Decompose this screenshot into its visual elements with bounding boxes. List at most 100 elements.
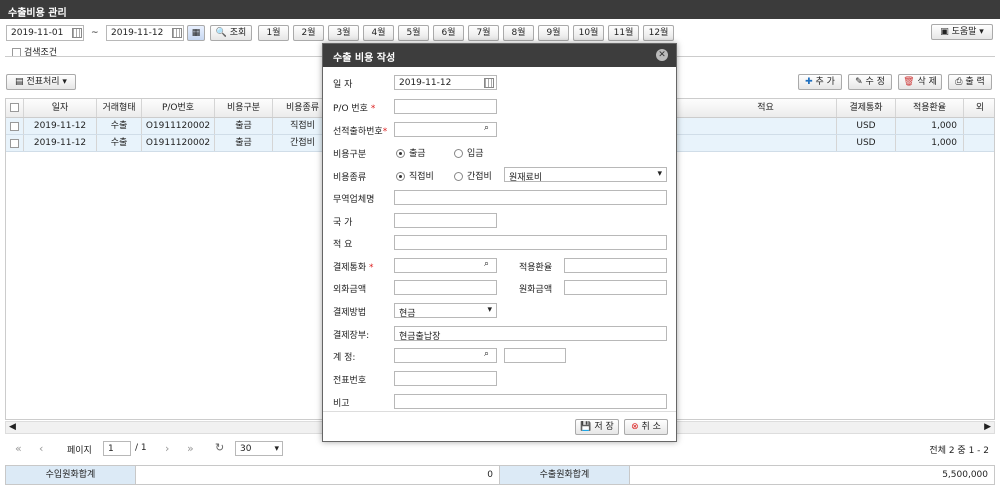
page-size-select[interactable]: 30 ▾: [235, 441, 283, 456]
memo-input[interactable]: [394, 235, 667, 250]
cell-memo: [695, 118, 837, 134]
column-header-rate[interactable]: 적용환율: [896, 99, 964, 117]
dialog-title: 수출 비용 작성: [323, 44, 676, 67]
delete-button[interactable]: 🗑 삭 제: [898, 74, 942, 90]
month-button-11[interactable]: 11월: [608, 25, 639, 41]
cost-kind-select[interactable]: 원재료비 ▾: [504, 167, 667, 182]
page-input[interactable]: 1: [103, 441, 131, 456]
label-shipment-text: 선적출하번호: [333, 127, 383, 137]
column-header-po[interactable]: P/O번호: [142, 99, 215, 117]
header-checkbox[interactable]: [6, 99, 24, 117]
row-checkbox[interactable]: [6, 118, 24, 134]
export-total-value: 5,500,000: [942, 470, 988, 480]
radio-direct[interactable]: 직접비: [396, 169, 434, 182]
calendar-icon[interactable]: [172, 28, 182, 38]
chevron-down-icon: ▾: [487, 305, 492, 315]
month-button-3[interactable]: 3월: [328, 25, 359, 41]
label-slip-number: 전표번호: [333, 376, 367, 386]
close-icon[interactable]: ✕: [656, 49, 668, 61]
scroll-right-icon[interactable]: ▶: [984, 422, 991, 432]
foreign-amount-input[interactable]: [394, 280, 497, 295]
ledger-input[interactable]: 현금출납장: [394, 326, 667, 341]
label-foreign-amount: 외화금액: [333, 285, 367, 295]
next-page-icon[interactable]: ›: [165, 442, 169, 455]
calendar-icon[interactable]: [72, 28, 82, 38]
print-button[interactable]: ⎙ 출 력: [948, 74, 992, 90]
column-header-date[interactable]: 일자: [24, 99, 97, 117]
calendar-icon[interactable]: [484, 78, 494, 88]
row-checkbox[interactable]: [6, 135, 24, 151]
account-name-input[interactable]: [504, 348, 566, 363]
note-input[interactable]: [394, 394, 667, 409]
trader-input[interactable]: [394, 190, 667, 205]
delete-button-label: 삭 제: [917, 77, 937, 87]
po-input[interactable]: [394, 99, 497, 114]
month-button-10[interactable]: 10월: [573, 25, 604, 41]
window-title: 수출비용 관리: [0, 0, 1000, 19]
radio-in[interactable]: 입금: [454, 146, 484, 159]
currency-input[interactable]: [394, 258, 497, 273]
refresh-icon[interactable]: ↻: [215, 441, 224, 454]
country-input[interactable]: [394, 213, 497, 228]
scroll-left-icon[interactable]: ◀: [9, 422, 16, 432]
slip-process-button[interactable]: ▤ 전표처리 ▾: [6, 74, 76, 90]
search-button[interactable]: 🔍 조회: [210, 25, 252, 41]
month-button-4[interactable]: 4월: [363, 25, 394, 41]
cancel-button[interactable]: ⊗ 취 소: [624, 419, 668, 435]
first-page-icon[interactable]: «: [15, 442, 22, 455]
search-icon[interactable]: ⌕: [484, 123, 489, 133]
search-icon: 🔍: [215, 28, 227, 38]
month-button-5[interactable]: 5월: [398, 25, 429, 41]
month-button-8[interactable]: 8월: [503, 25, 534, 41]
month-button-1[interactable]: 1월: [258, 25, 289, 41]
label-account: 계 정:: [333, 353, 356, 363]
won-amount-input[interactable]: [564, 280, 667, 295]
month-button-7[interactable]: 7월: [468, 25, 499, 41]
account-input[interactable]: [394, 348, 497, 363]
month-button-6[interactable]: 6월: [433, 25, 464, 41]
record-summary: 전체 2 중 1 - 2: [929, 446, 989, 456]
document-icon: ▤: [15, 77, 24, 87]
import-total-label: 수입원화합계: [6, 466, 136, 484]
page-label: 페이지: [67, 446, 92, 456]
help-button[interactable]: ▣ 도움말 ▾: [931, 24, 993, 40]
column-header-currency[interactable]: 결제통화: [837, 99, 896, 117]
cell-currency: USD: [837, 118, 896, 134]
label-trader: 무역업체명: [333, 195, 375, 205]
column-header-foreign[interactable]: 외: [964, 99, 996, 117]
save-button[interactable]: 💾 저 장: [575, 419, 619, 435]
add-button[interactable]: ✚ 추 가: [798, 74, 842, 90]
month-button-2[interactable]: 2월: [293, 25, 324, 41]
search-icon[interactable]: ⌕: [484, 259, 489, 269]
radio-indirect[interactable]: 간접비: [454, 169, 492, 182]
column-header-trade-type[interactable]: 거래형태: [97, 99, 142, 117]
date-input[interactable]: 2019-11-12: [394, 75, 497, 90]
column-header-memo[interactable]: 적요: [695, 99, 837, 117]
radio-direct-label: 직접비: [409, 172, 434, 182]
label-cost-kind: 비용종류: [333, 173, 367, 183]
calendar-picker-button[interactable]: ▦: [187, 25, 205, 41]
slip-number-input[interactable]: [394, 371, 497, 386]
rate-input[interactable]: [564, 258, 667, 273]
shipment-input[interactable]: [394, 122, 497, 137]
checkbox-icon: [10, 103, 19, 112]
month-button-9[interactable]: 9월: [538, 25, 569, 41]
cancel-button-label: 취 소: [641, 422, 661, 432]
column-header-cost-div[interactable]: 비용구분: [215, 99, 273, 117]
pay-method-select[interactable]: 현금 ▾: [394, 303, 497, 318]
chevron-down-icon: ▾: [657, 169, 662, 179]
total-pages: / 1: [135, 443, 147, 453]
label-pay-method: 결제방법: [333, 308, 367, 318]
edit-button-label: 수 정: [865, 77, 885, 87]
month-button-12[interactable]: 12월: [643, 25, 674, 41]
edit-button[interactable]: ✎ 수 정: [848, 74, 892, 90]
search-icon[interactable]: ⌕: [484, 349, 489, 359]
radio-out[interactable]: 출금: [396, 146, 426, 159]
checkbox-icon: [10, 139, 19, 148]
export-total-label: 수출원화합계: [500, 466, 630, 484]
label-cost-div: 비용구분: [333, 150, 367, 160]
cell-trade-type: 수출: [97, 118, 142, 134]
radio-selected-icon: [396, 149, 405, 158]
prev-page-icon[interactable]: ‹: [39, 442, 43, 455]
last-page-icon[interactable]: »: [187, 442, 194, 455]
